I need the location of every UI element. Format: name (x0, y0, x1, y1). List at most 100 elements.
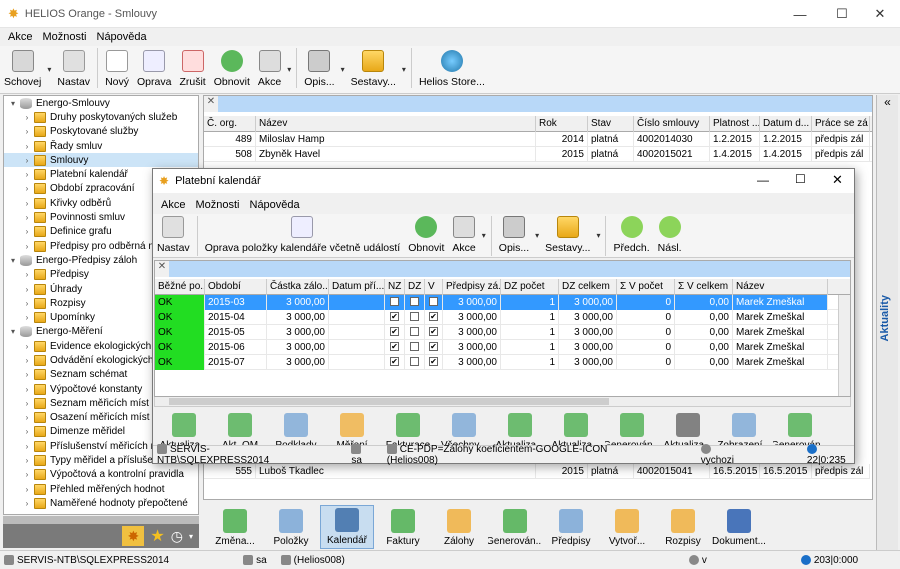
expand-arrow-icon[interactable]: ▾ (8, 256, 18, 265)
sestavy-button[interactable]: Sestavy... (347, 46, 400, 90)
row-checkbox[interactable] (410, 297, 419, 307)
dialog-akce-button[interactable]: Akce (448, 214, 479, 256)
menu-moznosti[interactable]: Možnosti (42, 31, 86, 43)
calendar-col-header[interactable]: DZ (405, 278, 425, 295)
row-checkbox[interactable]: ✔ (390, 342, 399, 352)
col-nazev[interactable]: Název (256, 115, 536, 132)
tree-item[interactable]: › Přehled měřených hodnot (4, 482, 198, 496)
table-row[interactable]: OK 2015-07 3 000,00 ✔ ✔ 3 000,00 1 3 000,00 0 0,0… (155, 354, 850, 370)
collapse-arrow-icon[interactable]: › (22, 470, 32, 479)
footer-dropdown-icon[interactable]: ▾ (189, 532, 193, 541)
col-platnost[interactable]: Platnost ... (710, 115, 760, 132)
row-checkbox[interactable]: ✔ (429, 342, 438, 352)
table-row[interactable]: 555 Luboš Tkadlec 2015 platná 4002015041 16.5… (204, 463, 870, 479)
dialog-menu-akce[interactable]: Akce (161, 199, 185, 211)
table-row[interactable]: 489 Miloslav Hamp 2014 platná 4002014030 1.2.… (204, 131, 872, 147)
collapse-arrow-icon[interactable]: › (22, 370, 32, 379)
tree-item[interactable]: › Výpočtová a kontrolní pravidla (4, 468, 198, 482)
collapse-arrow-icon[interactable]: › (22, 427, 32, 436)
row-checkbox[interactable]: ✔ (429, 297, 438, 307)
row-checkbox[interactable] (410, 312, 419, 322)
bottom-button[interactable]: Vytvoř... (600, 507, 654, 549)
col-cislo-smlouvy[interactable]: Číslo smlouvy (634, 115, 710, 132)
nastav-button[interactable]: Nastav (53, 46, 94, 90)
oprava-polozky-button[interactable]: Oprava položky kalendáře včetně událostí (201, 214, 405, 256)
calendar-col-header[interactable]: V (425, 278, 443, 295)
calendar-col-header[interactable]: Σ V počet (617, 278, 675, 295)
row-checkbox[interactable]: ✔ (429, 327, 438, 337)
collapse-arrow-icon[interactable]: › (22, 413, 32, 422)
row-checkbox[interactable] (410, 357, 419, 367)
novy-button[interactable]: Nový (101, 46, 133, 90)
calendar-col-header[interactable]: Běžné po... (155, 278, 205, 295)
menu-napoveda[interactable]: Nápověda (97, 31, 147, 43)
collapse-arrow-icon[interactable]: › (22, 313, 32, 322)
col-prace-se-zal[interactable]: Práce se zá (812, 115, 870, 132)
dialog-nastav-button[interactable]: Nastav (153, 214, 194, 256)
bottom-button[interactable]: Zálohy (432, 507, 486, 549)
row-checkbox[interactable]: ✔ (429, 312, 438, 322)
collapse-arrow-icon[interactable]: › (22, 442, 32, 451)
collapse-arrow-icon[interactable]: › (22, 499, 32, 508)
col-datum[interactable]: Datum d... (760, 115, 812, 132)
dialog-menu-moznosti[interactable]: Možnosti (195, 199, 239, 211)
row-checkbox[interactable] (410, 327, 419, 337)
obnovit-button[interactable]: Obnovit (210, 46, 254, 90)
close-button[interactable]: ✕ (860, 0, 900, 28)
collapse-arrow-icon[interactable]: › (22, 242, 32, 251)
predch-button[interactable]: Předch. (609, 214, 653, 256)
filter-close-icon[interactable]: ✕ (204, 96, 218, 112)
calendar-col-header[interactable]: DZ počet (501, 278, 559, 295)
row-checkbox[interactable]: ✔ (390, 312, 399, 322)
dialog-filter-bar[interactable] (169, 261, 850, 277)
helios-icon[interactable]: ✸ (122, 526, 145, 546)
calendar-col-header[interactable]: Předpisy zá... (443, 278, 501, 295)
row-checkbox[interactable]: ✔ (390, 357, 399, 367)
dialog-menu-napoveda[interactable]: Nápověda (250, 199, 300, 211)
row-checkbox[interactable]: ✔ (390, 327, 399, 337)
tree-item[interactable]: › Řady smluv (4, 139, 198, 153)
schovej-button[interactable]: Schovej (0, 46, 45, 90)
calendar-col-header[interactable]: Částka zálo... (267, 278, 329, 295)
collapse-arrow-icon[interactable]: › (22, 199, 32, 208)
tree-item[interactable]: › Naměřené hodnoty přepočtené (4, 496, 198, 510)
collapse-arrow-icon[interactable]: › (22, 113, 32, 122)
calendar-col-header[interactable]: Datum pří... (329, 278, 385, 295)
maximize-button[interactable]: ☐ (822, 0, 862, 28)
collapse-arrow-icon[interactable]: › (22, 170, 32, 179)
bottom-button[interactable]: Faktury (376, 507, 430, 549)
tree-item[interactable]: › Druhy poskytovaných služeb (4, 110, 198, 124)
table-row[interactable]: OK 2015-05 3 000,00 ✔ ✔ 3 000,00 1 3 000,00 0 0,0… (155, 324, 850, 340)
row-checkbox[interactable]: ✔ (429, 357, 438, 367)
col-c-org[interactable]: Č. org. (204, 115, 256, 132)
table-row[interactable]: OK 2015-04 3 000,00 ✔ ✔ 3 000,00 1 3 000,00 0 0,0… (155, 309, 850, 325)
oprava-button[interactable]: Oprava (133, 46, 175, 90)
calendar-col-header[interactable]: Období (205, 278, 267, 295)
menu-akce[interactable]: Akce (8, 31, 32, 43)
collapse-arrow-icon[interactable]: › (22, 270, 32, 279)
collapse-arrow-icon[interactable]: › (22, 342, 32, 351)
col-rok[interactable]: Rok (536, 115, 588, 132)
collapse-arrow-icon[interactable]: › (22, 156, 32, 165)
expand-arrow-icon[interactable]: ▾ (8, 327, 18, 336)
collapse-arrow-icon[interactable]: › (22, 285, 32, 294)
tree-item[interactable]: › Poskytované služby (4, 125, 198, 139)
calendar-vscrollbar[interactable] (838, 295, 850, 396)
akce-button[interactable]: Akce (254, 46, 285, 90)
collapse-arrow-icon[interactable]: › (22, 456, 32, 465)
collapse-arrow-icon[interactable]: › (22, 299, 32, 308)
filter-close-icon[interactable]: ✕ (155, 261, 169, 277)
collapse-arrow-icon[interactable]: › (22, 127, 32, 136)
nasl-button[interactable]: Násl. (654, 214, 686, 256)
table-row[interactable]: OK 2015-03 3 000,00 ✔ ✔ 3 000,00 1 3 000,00 0 0,0… (155, 294, 850, 310)
expand-arrow-icon[interactable]: ▾ (8, 99, 18, 108)
calendar-col-header[interactable]: DZ celkem (559, 278, 617, 295)
collapse-arrow-icon[interactable]: › (22, 399, 32, 408)
bottom-button[interactable]: Kalendář (320, 505, 374, 549)
dialog-minimize-button[interactable]: — (757, 173, 769, 187)
table-row[interactable]: OK 2015-06 3 000,00 ✔ ✔ 3 000,00 1 3 000,00 0 0,0… (155, 339, 850, 355)
bottom-button[interactable]: Dokument... (712, 507, 766, 549)
row-checkbox[interactable] (410, 342, 419, 352)
aktuality-tab[interactable]: Aktuality (879, 295, 891, 341)
dialog-obnovit-button[interactable]: Obnovit (404, 214, 448, 256)
